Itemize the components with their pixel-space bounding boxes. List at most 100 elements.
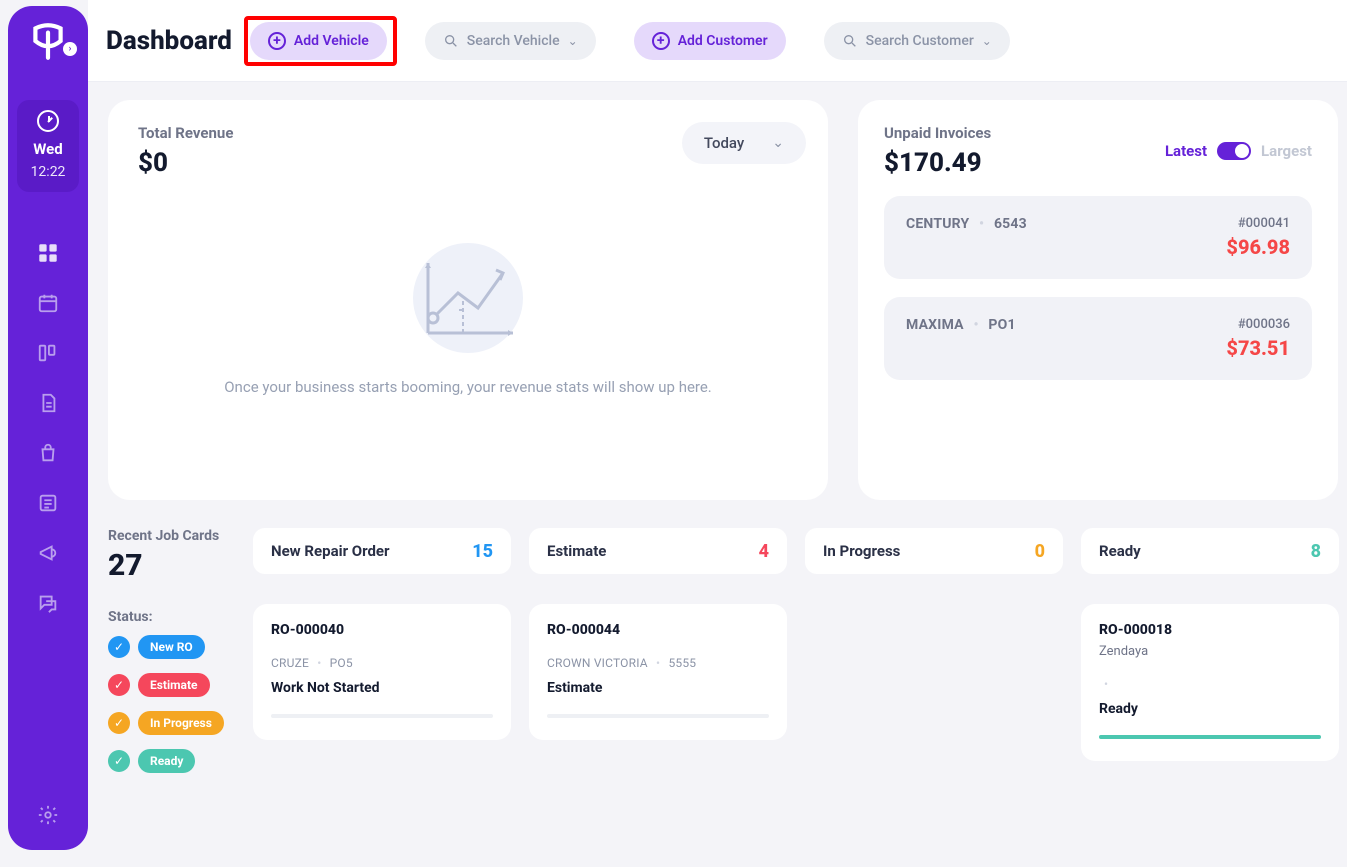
revenue-placeholder-text: Once your business starts booming, your … xyxy=(138,378,798,396)
nav-board-icon[interactable] xyxy=(37,342,59,364)
toggle-largest-label: Largest xyxy=(1261,142,1312,160)
highlight-annotation: + Add Vehicle xyxy=(244,16,397,66)
nav-settings-icon[interactable] xyxy=(37,804,59,826)
invoice-model: CENTURY xyxy=(906,216,969,232)
search-vehicle-button[interactable]: Search Vehicle ⌄ xyxy=(425,22,596,60)
page-title: Dashboard xyxy=(106,26,232,56)
vehicle-model: CROWN VICTORIA xyxy=(547,656,648,670)
lane-name: Ready xyxy=(1099,542,1141,560)
lane-name: In Progress xyxy=(823,542,900,560)
status-chip: New RO xyxy=(138,635,205,659)
chart-placeholder-icon xyxy=(403,238,533,358)
nav-chat-icon[interactable] xyxy=(37,592,59,614)
nav-document-icon[interactable] xyxy=(37,392,59,414)
nav-list-icon[interactable] xyxy=(37,492,59,514)
clock-icon xyxy=(37,110,59,132)
plus-icon: + xyxy=(652,32,670,50)
toggle-latest-label: Latest xyxy=(1165,142,1207,160)
vehicle-model: CRUZE xyxy=(271,656,309,670)
progress-bar xyxy=(1099,735,1321,739)
add-vehicle-label: Add Vehicle xyxy=(294,33,369,49)
status-filter-in-progress[interactable]: ✓ In Progress xyxy=(108,711,225,735)
period-dropdown[interactable]: Today ⌄ xyxy=(682,122,806,164)
ro-number: RO-000040 xyxy=(271,622,493,638)
sidebar-expand-icon[interactable]: › xyxy=(63,42,77,56)
search-customer-label: Search Customer xyxy=(866,33,974,49)
ro-number: RO-000018 xyxy=(1099,622,1321,638)
invoice-amount: $96.98 xyxy=(1226,235,1290,259)
search-icon xyxy=(443,33,459,49)
status-filter-ready[interactable]: ✓ Ready xyxy=(108,749,225,773)
jobcards-summary: Recent Job Cards 27 Status: ✓ New RO ✓ E… xyxy=(108,528,225,787)
customer-name: Zendaya xyxy=(1099,644,1321,659)
chevron-down-icon: ⌄ xyxy=(772,135,784,151)
lane-count: 0 xyxy=(1035,541,1045,562)
search-vehicle-label: Search Vehicle xyxy=(467,33,560,49)
add-customer-label: Add Customer xyxy=(678,33,768,49)
progress-bar xyxy=(271,714,493,718)
time-label: 12:22 xyxy=(17,164,79,180)
status-heading: Status: xyxy=(108,609,225,625)
progress-bar xyxy=(547,714,769,718)
vehicle-code: 5555 xyxy=(668,656,696,670)
status-filter-new-ro[interactable]: ✓ New RO xyxy=(108,635,225,659)
lane-count: 15 xyxy=(472,541,493,562)
lane-name: Estimate xyxy=(547,542,606,560)
unpaid-total: $170.49 xyxy=(884,148,991,178)
unpaid-invoices-card: Unpaid Invoices $170.49 Latest Largest C… xyxy=(858,100,1338,500)
check-icon: ✓ xyxy=(108,750,130,772)
date-widget[interactable]: Wed 12:22 xyxy=(17,100,79,192)
jobcards-count: 27 xyxy=(108,548,225,583)
invoice-item[interactable]: CENTURY • 6543 #000041 $96.98 xyxy=(884,196,1312,279)
plus-icon: + xyxy=(268,32,286,50)
nav-dashboard-icon[interactable] xyxy=(37,242,59,264)
add-customer-button[interactable]: + Add Customer xyxy=(634,22,786,60)
status-chip: Ready xyxy=(138,749,195,773)
nav-calendar-icon[interactable] xyxy=(37,292,59,314)
job-status: Estimate xyxy=(547,680,769,696)
status-chip: In Progress xyxy=(138,711,224,735)
header: Dashboard + Add Vehicle Search Vehicle ⌄… xyxy=(88,0,1347,82)
invoice-amount: $73.51 xyxy=(1226,336,1290,360)
period-value: Today xyxy=(704,134,744,152)
day-label: Wed xyxy=(17,140,79,158)
sidebar: › Wed 12:22 xyxy=(8,6,88,850)
add-vehicle-button[interactable]: + Add Vehicle xyxy=(250,22,387,60)
sidebar-nav xyxy=(37,242,59,614)
app-logo[interactable]: › xyxy=(27,20,69,70)
invoice-item[interactable]: MAXIMA • PO1 #000036 $73.51 xyxy=(884,297,1312,380)
main-content: Total Revenue $0 Today ⌄ Once your busin… xyxy=(108,100,1339,867)
vehicle-code: PO5 xyxy=(330,656,353,670)
check-icon: ✓ xyxy=(108,674,130,696)
job-card[interactable]: RO-000044 CROWN VICTORIA • 5555 Estimate xyxy=(529,604,787,740)
status-chip: Estimate xyxy=(138,673,210,697)
jobcards-label: Recent Job Cards xyxy=(108,528,225,544)
ro-number: RO-000044 xyxy=(547,622,769,638)
chevron-down-icon: ⌄ xyxy=(982,34,992,48)
search-icon xyxy=(842,33,858,49)
status-filter-estimate[interactable]: ✓ Estimate xyxy=(108,673,225,697)
invoice-number: #000041 xyxy=(1226,216,1290,231)
job-status: Work Not Started xyxy=(271,680,493,696)
toggle-switch[interactable] xyxy=(1217,142,1251,160)
invoice-number: #000036 xyxy=(1226,317,1290,332)
revenue-card: Total Revenue $0 Today ⌄ Once your busin… xyxy=(108,100,828,500)
invoice-model: MAXIMA xyxy=(906,317,964,333)
invoice-code: PO1 xyxy=(988,317,1015,333)
lane-count: 8 xyxy=(1311,541,1321,562)
search-customer-button[interactable]: Search Customer ⌄ xyxy=(824,22,1010,60)
job-card[interactable]: RO-000018 Zendaya • Ready xyxy=(1081,604,1339,761)
lane-header-in-progress[interactable]: In Progress 0 xyxy=(805,528,1063,574)
job-card[interactable]: RO-000040 CRUZE • PO5 Work Not Started xyxy=(253,604,511,740)
unpaid-label: Unpaid Invoices xyxy=(884,124,991,142)
job-status: Ready xyxy=(1099,701,1321,717)
invoice-sort-toggle[interactable]: Latest Largest xyxy=(1165,142,1312,160)
lane-name: New Repair Order xyxy=(271,542,390,560)
lane-header-new-repair[interactable]: New Repair Order 15 xyxy=(253,528,511,574)
lane-header-ready[interactable]: Ready 8 xyxy=(1081,528,1339,574)
nav-megaphone-icon[interactable] xyxy=(37,542,59,564)
lane-header-estimate[interactable]: Estimate 4 xyxy=(529,528,787,574)
nav-shop-icon[interactable] xyxy=(37,442,59,464)
check-icon: ✓ xyxy=(108,636,130,658)
chevron-down-icon: ⌄ xyxy=(568,34,578,48)
